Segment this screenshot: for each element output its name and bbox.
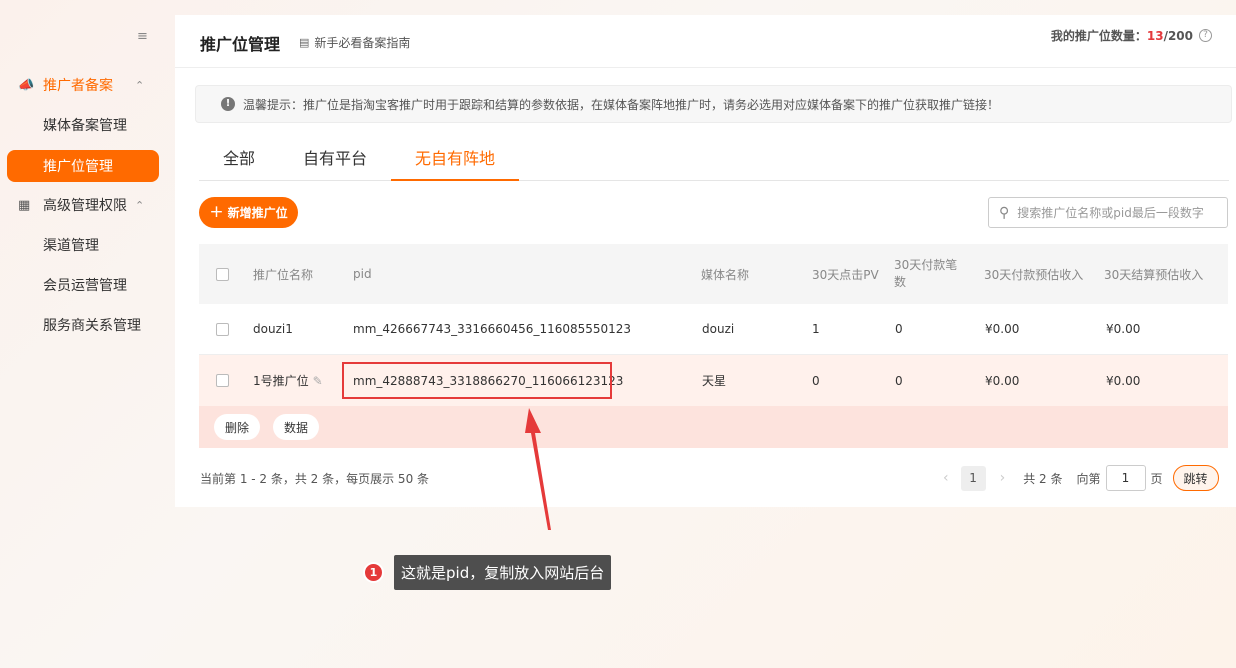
sidebar: ≡ 📣 推广者备案 ⌃ 媒体备案管理 推广位管理 ▦ 高级管理权限 ⌃ 渠道管理…	[0, 0, 168, 668]
plus-icon: +	[209, 202, 224, 222]
column-header: 30天付款预估收入	[984, 267, 1084, 282]
tab-all[interactable]: 全部	[223, 145, 255, 181]
jump-button[interactable]: 跳转	[1172, 465, 1219, 491]
delete-button[interactable]: 删除	[214, 414, 261, 440]
column-header: 30天付款笔数	[894, 258, 958, 289]
annotation-arrow	[525, 408, 551, 530]
tab-bar: 全部 自有平台 无自有阵地	[199, 135, 1229, 181]
info-icon: !	[221, 97, 235, 111]
page-title: 推广位管理	[200, 35, 281, 54]
annotation-callout: 1 这就是pid，复制放入网站后台	[363, 555, 612, 590]
data-button[interactable]: 数据	[273, 414, 320, 440]
notice-banner: ! 温馨提示：推广位是指淘宝客推广时用于跟踪和结算的参数依据，在媒体备案阵地推广…	[195, 85, 1232, 123]
adzone-name: 1号推广位	[253, 374, 309, 388]
search-icon: ⚲	[999, 204, 1010, 221]
column-header: 30天结算预估收入	[1104, 267, 1204, 282]
sidebar-item-provider[interactable]: 服务商关系管理	[7, 309, 159, 341]
document-icon: ▤	[299, 36, 310, 49]
next-page-icon[interactable]: ›	[1000, 470, 1006, 486]
column-header: 推广位名称	[253, 267, 314, 282]
quota-total: /200	[1163, 29, 1193, 43]
guide-link[interactable]: ▤ 新手必看备案指南	[299, 34, 410, 51]
quota-info: 我的推广位数量：13/200 ?	[1051, 27, 1212, 44]
chevron-up-icon: ⌃	[135, 198, 145, 212]
goto-label: 向第	[1076, 471, 1101, 486]
prev-page-icon[interactable]: ‹	[943, 470, 949, 486]
row-checkbox[interactable]	[216, 374, 229, 387]
pv-cell: 0	[812, 373, 820, 388]
sidebar-item-label: 渠道管理	[43, 238, 99, 254]
table-header: 推广位名称 pid 媒体名称 30天点击PV 30天付款笔数 30天付款预估收入…	[199, 244, 1228, 304]
column-header: pid	[353, 267, 372, 281]
main-panel: 推广位管理 ▤ 新手必看备案指南 我的推广位数量：13/200 ? ! 温馨提示…	[175, 15, 1236, 507]
sidebar-item-member[interactable]: 会员运营管理	[7, 269, 159, 301]
chevron-up-icon: ⌃	[135, 78, 145, 92]
menu-collapse-icon[interactable]: ≡	[137, 29, 148, 44]
settle-income-cell: ¥0.00	[1106, 373, 1141, 388]
page-header: 推广位管理 ▤ 新手必看备案指南 我的推广位数量：13/200 ?	[175, 15, 1236, 68]
annotation-number: 1	[363, 562, 384, 583]
total-count: 共 2 条	[1023, 471, 1063, 486]
page-unit: 页	[1150, 471, 1163, 486]
sidebar-item-label: 媒体备案管理	[43, 118, 127, 134]
sidebar-item-channel[interactable]: 渠道管理	[7, 229, 159, 261]
add-button-label: 新增推广位	[227, 206, 288, 220]
pid-highlight-box	[342, 362, 612, 399]
sidebar-group-label: 高级管理权限	[43, 198, 127, 214]
orders-cell: 0	[895, 322, 903, 336]
tab-own-platform[interactable]: 自有平台	[303, 145, 367, 181]
pv-cell: 1	[812, 322, 820, 336]
pagination-summary: 当前第 1 - 2 条，共 2 条，每页展示 50 条	[200, 472, 430, 486]
column-header: 媒体名称	[701, 267, 750, 282]
sidebar-item-label: 服务商关系管理	[43, 318, 141, 334]
row-checkbox[interactable]	[216, 322, 229, 336]
grid-icon: ▦	[18, 197, 31, 213]
media-cell: douzi	[702, 322, 735, 336]
table-row: douzi1 mm_426667743_3316660456_116085550…	[199, 304, 1228, 355]
sidebar-item-media[interactable]: 媒体备案管理	[7, 109, 159, 141]
pid-cell[interactable]: mm_426667743_3316660456_116085550123	[353, 304, 631, 354]
page-number[interactable]: 1	[960, 465, 986, 491]
orders-cell: 0	[895, 373, 903, 388]
search-box: ⚲	[988, 197, 1228, 228]
settle-income-cell: ¥0.00	[1106, 322, 1141, 336]
tab-no-own-site[interactable]: 无自有阵地	[391, 145, 519, 181]
goto-page-input[interactable]	[1105, 465, 1146, 491]
media-cell: 天星	[702, 374, 727, 388]
column-header: 30天点击PV	[812, 267, 879, 282]
pay-income-cell: ¥0.00	[985, 373, 1020, 388]
sidebar-item-adzone[interactable]: 推广位管理	[7, 150, 159, 182]
sidebar-item-label: 会员运营管理	[43, 278, 127, 294]
sidebar-group-label: 推广者备案	[43, 78, 113, 94]
notice-text: 温馨提示：推广位是指淘宝客推广时用于跟踪和结算的参数依据，在媒体备案阵地推广时，…	[243, 97, 1000, 112]
megaphone-icon: 📣	[18, 77, 35, 93]
search-input[interactable]	[1017, 205, 1218, 220]
add-adzone-button[interactable]: + 新增推广位	[199, 197, 298, 228]
annotation-text: 这就是pid，复制放入网站后台	[394, 555, 612, 590]
adzone-name: douzi1	[253, 322, 293, 336]
pay-income-cell: ¥0.00	[985, 322, 1020, 336]
sidebar-group-advanced[interactable]: ▦ 高级管理权限 ⌃	[0, 190, 168, 220]
select-all-checkbox[interactable]	[216, 267, 229, 281]
pencil-icon[interactable]: ✎	[313, 374, 323, 388]
guide-link-label: 新手必看备案指南	[314, 36, 411, 50]
sidebar-item-label: 推广位管理	[43, 159, 113, 175]
row-actions: 删除 数据	[199, 406, 1228, 448]
quota-label: 我的推广位数量：	[1050, 29, 1147, 43]
quota-used: 13	[1146, 29, 1164, 43]
sidebar-group-promoter[interactable]: 📣 推广者备案 ⌃	[0, 70, 168, 100]
pagination: ‹ 1 › 共 2 条 向第 页 跳转	[943, 465, 1219, 491]
help-icon[interactable]: ?	[1199, 29, 1212, 42]
